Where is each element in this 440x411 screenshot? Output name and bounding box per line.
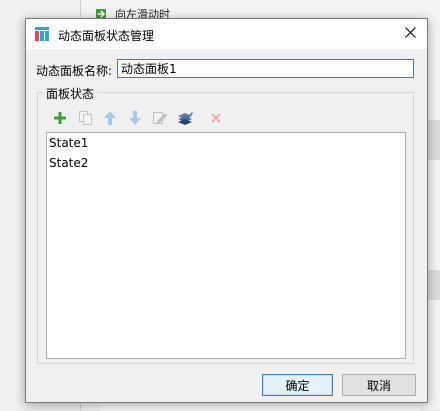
state-list-item[interactable]: State1 <box>47 133 405 153</box>
app-icon <box>35 27 49 41</box>
panel-name-label: 动态面板名称: <box>36 64 113 78</box>
close-button[interactable] <box>393 19 427 49</box>
duplicate-state-button[interactable] <box>77 110 93 126</box>
background-scroll-tab <box>426 270 440 300</box>
edit-state-button[interactable] <box>152 110 168 126</box>
delete-state-button[interactable] <box>208 110 224 126</box>
state-list: State1 State2 <box>46 132 406 359</box>
dialog-titlebar[interactable]: 动态面板状态管理 <box>26 19 427 49</box>
duplicate-icon <box>78 111 92 125</box>
panel-name-input[interactable] <box>117 59 414 78</box>
edit-all-states-button[interactable] <box>177 110 193 126</box>
move-down-icon <box>129 111 141 125</box>
move-up-icon <box>104 111 116 125</box>
dialog-title: 动态面板状态管理 <box>58 29 155 43</box>
edit-all-icon <box>177 111 193 125</box>
delete-icon <box>211 113 221 123</box>
state-toolbar <box>52 109 233 127</box>
panel-states-group: 面板状态 State1 State2 <box>37 85 414 364</box>
panel-states-label: 面板状态 <box>43 85 98 102</box>
edit-state-icon <box>153 111 167 125</box>
close-icon <box>404 27 416 41</box>
cancel-button[interactable]: 取消 <box>342 374 416 396</box>
ok-button[interactable]: 确定 <box>262 374 333 396</box>
background-scroll-tab <box>426 120 440 160</box>
add-state-button[interactable] <box>52 110 68 126</box>
move-up-button[interactable] <box>102 110 118 126</box>
panel-state-manager-dialog: 动态面板状态管理 动态面板名称: 面板状态 <box>25 18 428 403</box>
state-list-item[interactable]: State2 <box>47 153 405 173</box>
add-icon <box>54 112 66 124</box>
move-down-button[interactable] <box>127 110 143 126</box>
